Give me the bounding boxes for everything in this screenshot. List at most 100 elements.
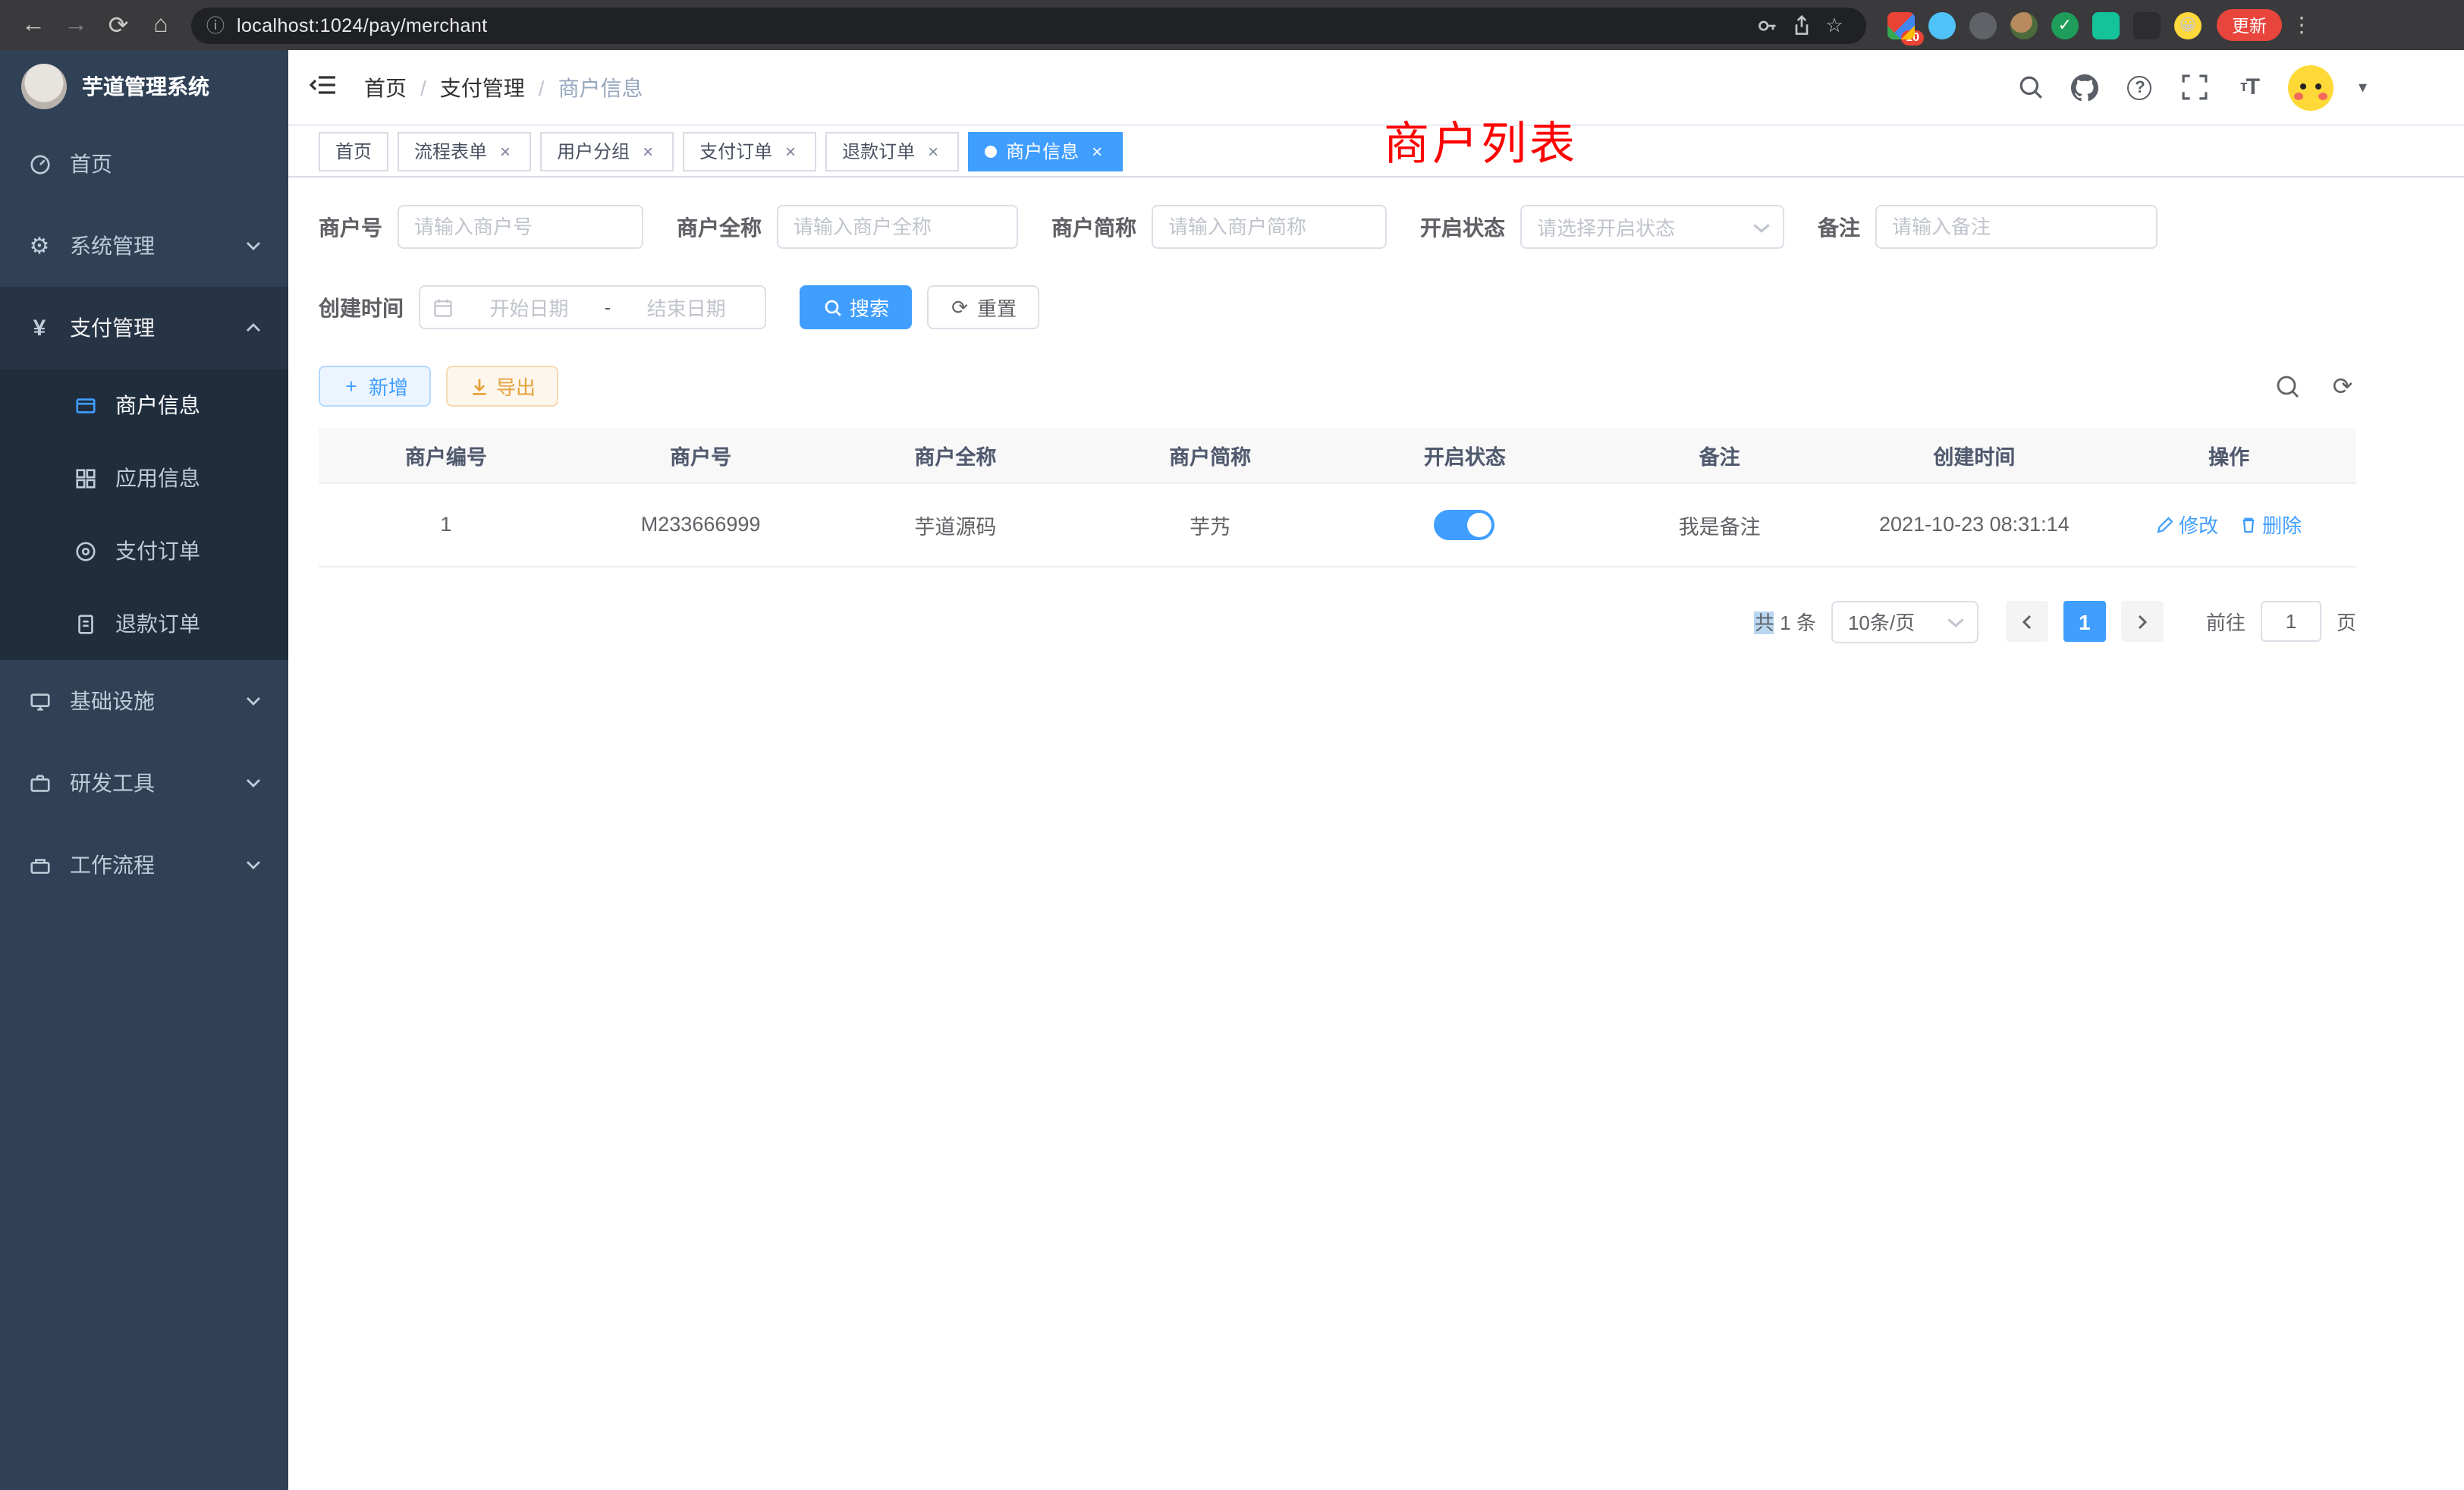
browser-forward-icon[interactable]: → xyxy=(55,4,97,46)
avatar[interactable] xyxy=(2289,64,2334,110)
reset-button[interactable]: ⟳ 重置 xyxy=(927,285,1039,329)
sidebar-item-refund-order[interactable]: 退款订单 xyxy=(0,587,288,660)
extension-drop-icon[interactable] xyxy=(1928,11,1956,39)
tab-close-icon[interactable]: × xyxy=(924,140,942,162)
delete-link[interactable]: 删除 xyxy=(2239,510,2302,539)
field-label: 备注 xyxy=(1818,212,1860,242)
tab-label: 流程表单 xyxy=(414,138,487,164)
export-button-label: 导出 xyxy=(496,372,536,401)
tab-close-icon[interactable]: × xyxy=(496,140,514,162)
sidebar-logo[interactable]: 芋道管理系统 xyxy=(0,50,288,123)
add-button[interactable]: + 新增 xyxy=(319,366,431,407)
target-icon xyxy=(73,539,97,563)
sidebar-collapse-icon[interactable] xyxy=(310,72,340,102)
url-text[interactable]: localhost:1024/pay/merchant xyxy=(237,14,487,36)
chevron-up-icon xyxy=(246,320,261,335)
monitor-icon xyxy=(27,689,52,713)
extension-avatar-icon[interactable] xyxy=(2010,11,2038,39)
chrome-update-button[interactable]: 更新 xyxy=(2217,9,2282,41)
edit-link[interactable]: 修改 xyxy=(2156,510,2218,539)
goto-page-input[interactable] xyxy=(2261,601,2321,642)
calendar-icon xyxy=(432,297,454,318)
sidebar-item-payment[interactable]: ¥ 支付管理 xyxy=(0,287,288,369)
site-info-icon[interactable]: ⓘ xyxy=(206,12,225,38)
sidebar-item-home[interactable]: 首页 xyxy=(0,123,288,205)
extension-check-icon[interactable]: ✓ xyxy=(2051,11,2079,39)
tab-close-icon[interactable]: × xyxy=(781,140,800,162)
short-name-input[interactable] xyxy=(1152,205,1387,249)
browser-reload-icon[interactable]: ⟳ xyxy=(97,4,140,46)
extension-doc-icon[interactable] xyxy=(2092,11,2120,39)
status-toggle[interactable] xyxy=(1435,509,1495,539)
cell-status xyxy=(1337,483,1592,566)
chevron-down-icon xyxy=(246,693,261,709)
bookmark-star-icon[interactable]: ☆ xyxy=(1818,13,1851,37)
tab-user-group[interactable]: 用户分组 × xyxy=(540,131,674,171)
sidebar: 芋道管理系统 首页 ⚙ 系统管理 ¥ 支付管理 xyxy=(0,50,288,1490)
add-button-label: 新增 xyxy=(369,372,408,401)
page-size-value: 10条/页 xyxy=(1848,607,1947,636)
status-select[interactable]: 请选择开启状态 xyxy=(1520,205,1784,249)
start-date-placeholder: 开始日期 xyxy=(463,293,596,322)
extensions-grid-icon[interactable]: 10 xyxy=(1887,11,1915,39)
chevron-down-icon xyxy=(1947,612,1965,630)
extension-dark-icon[interactable] xyxy=(1969,11,1997,39)
date-range-picker[interactable]: 开始日期 - 结束日期 xyxy=(419,285,766,329)
sidebar-item-dev-tools[interactable]: 研发工具 xyxy=(0,742,288,824)
tab-close-icon[interactable]: × xyxy=(639,140,657,162)
cell-actions: 修改 删除 xyxy=(2101,483,2356,566)
address-bar[interactable]: ⓘ localhost:1024/pay/merchant ☆ xyxy=(191,7,1866,43)
password-key-icon[interactable] xyxy=(1751,14,1784,36)
github-icon[interactable] xyxy=(2070,72,2101,102)
breadcrumb-home[interactable]: 首页 xyxy=(364,72,407,102)
emoji-extension-icon[interactable]: 😀 xyxy=(2174,11,2202,39)
avatar-caret-icon[interactable]: ▾ xyxy=(2359,77,2367,97)
toggle-search-icon[interactable] xyxy=(2274,372,2302,400)
page-1-button[interactable]: 1 xyxy=(2063,601,2106,642)
extension-badge: 10 xyxy=(1901,30,1924,45)
app-title: 芋道管理系统 xyxy=(82,71,209,102)
total-count: 1 xyxy=(1780,611,1790,634)
merchant-no-input[interactable] xyxy=(398,205,643,249)
tab-home[interactable]: 首页 xyxy=(319,131,388,171)
fullscreen-icon[interactable] xyxy=(2180,72,2210,102)
sidebar-item-system[interactable]: ⚙ 系统管理 xyxy=(0,205,288,287)
full-name-input[interactable] xyxy=(777,205,1018,249)
refresh-table-icon[interactable]: ⟳ xyxy=(2329,372,2356,400)
cell-index: 1 xyxy=(319,483,574,566)
tab-label: 用户分组 xyxy=(557,138,630,164)
sidebar-item-infrastructure[interactable]: 基础设施 xyxy=(0,660,288,742)
sidebar-item-pay-order[interactable]: 支付订单 xyxy=(0,514,288,587)
page-content: 商户号 商户全称 商户简称 开启状态 请选择开启状态 xyxy=(288,178,2464,1490)
toolbox-icon xyxy=(27,771,52,795)
tab-close-icon[interactable]: × xyxy=(1088,140,1106,162)
browser-menu-icon[interactable]: ⋮ xyxy=(2288,12,2315,38)
select-placeholder: 请选择开启状态 xyxy=(1537,212,1752,241)
sidebar-item-app-info[interactable]: 应用信息 xyxy=(0,442,288,514)
export-button[interactable]: 导出 xyxy=(446,366,558,407)
search-button-label: 搜索 xyxy=(850,293,889,322)
remark-input[interactable] xyxy=(1875,205,2158,249)
tab-pay-order[interactable]: 支付订单 × xyxy=(683,131,816,171)
cell-full-name: 芋道源码 xyxy=(828,483,1083,566)
sidebar-item-merchant-info[interactable]: 商户信息 xyxy=(0,369,288,442)
next-page-button[interactable] xyxy=(2121,601,2164,642)
tab-refund-order[interactable]: 退款订单 × xyxy=(825,131,959,171)
filter-remark: 备注 xyxy=(1818,205,2158,249)
browser-home-icon[interactable]: ⌂ xyxy=(140,4,182,46)
extension-pin-icon[interactable] xyxy=(2133,11,2161,39)
search-icon[interactable] xyxy=(2016,72,2046,102)
tab-process-form[interactable]: 流程表单 × xyxy=(398,131,531,171)
sidebar-item-workflow[interactable]: 工作流程 xyxy=(0,824,288,906)
search-button[interactable]: 搜索 xyxy=(800,285,912,329)
help-icon[interactable]: ? xyxy=(2125,72,2155,102)
col-header-full-name: 商户全称 xyxy=(828,428,1083,483)
tab-merchant-info[interactable]: 商户信息 × xyxy=(968,131,1123,171)
browser-back-icon[interactable]: ← xyxy=(12,4,55,46)
page-size-select[interactable]: 10条/页 xyxy=(1831,600,1978,643)
share-icon[interactable] xyxy=(1784,14,1818,36)
dashboard-icon xyxy=(27,152,52,176)
field-label: 开启状态 xyxy=(1420,212,1505,242)
prev-page-button[interactable] xyxy=(2006,601,2048,642)
font-size-icon[interactable]: тT xyxy=(2234,72,2264,102)
